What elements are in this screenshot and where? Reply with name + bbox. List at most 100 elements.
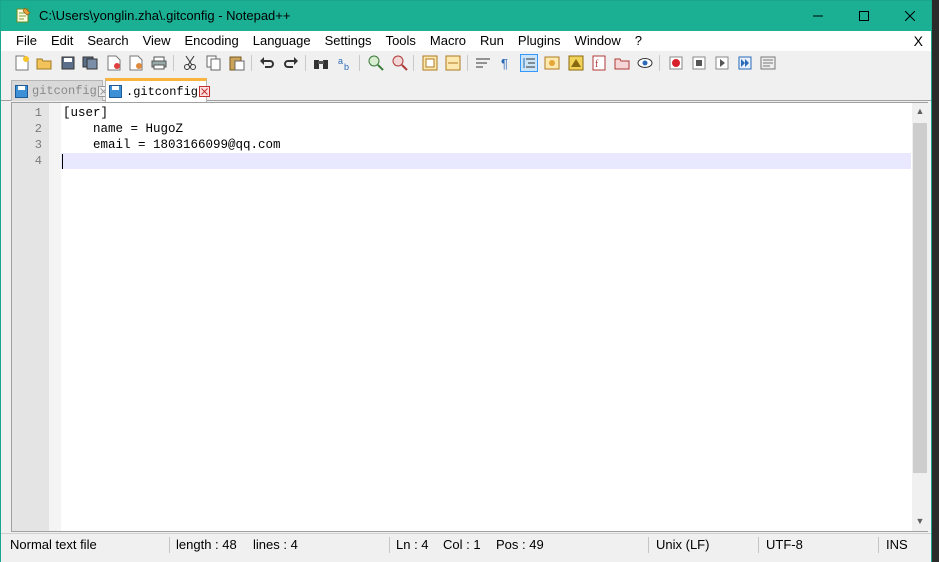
sync-vertical-button[interactable] (421, 54, 439, 72)
paste-icon (229, 56, 245, 71)
tab-dot-gitconfig[interactable]: .gitconfig (105, 78, 211, 102)
stop-icon (692, 56, 706, 70)
status-divider (389, 537, 390, 553)
folder-workspace-button[interactable] (613, 54, 631, 72)
menu-edit[interactable]: Edit (44, 31, 80, 51)
scroll-down-icon[interactable]: ▼ (912, 513, 928, 529)
copy-button[interactable] (205, 54, 223, 72)
menu-search[interactable]: Search (80, 31, 135, 51)
menu-view[interactable]: View (136, 31, 178, 51)
binoculars-icon (314, 60, 328, 69)
menu-run[interactable]: Run (473, 31, 511, 51)
close-button[interactable] (887, 1, 933, 31)
toolbar-separator (305, 55, 306, 71)
saved-file-icon (15, 84, 28, 98)
toolbar-separator (413, 55, 414, 71)
line-number: 3 (34, 138, 42, 152)
menu-help[interactable]: ? (628, 31, 649, 51)
scroll-up-icon[interactable]: ▲ (912, 103, 928, 119)
open-folder-icon (36, 58, 52, 70)
function-list-button[interactable]: f (590, 54, 608, 72)
menu-language[interactable]: Language (246, 31, 318, 51)
menu-bar: File Edit Search View Encoding Language … (1, 31, 931, 51)
window-bottom-edge (1, 555, 931, 562)
play-macro-button[interactable] (713, 54, 731, 72)
status-encoding[interactable]: UTF-8 (766, 534, 803, 556)
svg-text:b: b (344, 62, 349, 71)
menu-encoding[interactable]: Encoding (178, 31, 246, 51)
cut-button[interactable] (181, 54, 199, 72)
code-line[interactable]: name = HugoZ (63, 121, 183, 137)
line-number: 1 (34, 106, 42, 120)
status-insert-mode[interactable]: INS (886, 534, 908, 556)
editor-pane[interactable]: 1 2 3 4 [user] name = HugoZ email = 1803… (11, 102, 928, 532)
menu-tools[interactable]: Tools (379, 31, 423, 51)
tab-label: gitconfig (32, 84, 97, 98)
close-file-button[interactable] (105, 54, 123, 72)
save-macro-icon (760, 56, 776, 70)
monitoring-button[interactable] (636, 54, 654, 72)
menu-settings[interactable]: Settings (318, 31, 379, 51)
play-icon (715, 56, 729, 70)
toolbar: ab ¶ f (1, 51, 931, 76)
status-divider (169, 537, 170, 553)
line-number: 2 (34, 122, 42, 136)
menu-plugins[interactable]: Plugins (511, 31, 568, 51)
close-icon (905, 11, 915, 21)
language-udl-button[interactable] (543, 54, 561, 72)
save-macro-button[interactable] (759, 54, 777, 72)
window-title: C:\Users\yonglin.zha\.gitconfig - Notepa… (39, 8, 291, 23)
close-document-button[interactable]: X (914, 31, 923, 51)
current-line-highlight (61, 153, 911, 169)
undo-button[interactable] (258, 54, 276, 72)
zoom-out-button[interactable] (391, 54, 409, 72)
eye-icon (637, 58, 653, 68)
save-icon (61, 56, 75, 70)
status-eol-format[interactable]: Unix (LF) (656, 534, 709, 556)
save-button[interactable] (59, 54, 77, 72)
run-macro-multiple-button[interactable] (736, 54, 754, 72)
title-bar[interactable]: C:\Users\yonglin.zha\.gitconfig - Notepa… (1, 1, 931, 31)
replace-button[interactable]: ab (336, 54, 354, 72)
status-bar: Normal text file length : 48 lines : 4 L… (1, 533, 931, 555)
show-all-chars-button[interactable]: ¶ (497, 54, 515, 72)
cut-icon (184, 55, 196, 70)
sync-horizontal-icon (445, 55, 461, 71)
print-button[interactable] (150, 54, 168, 72)
sync-horizontal-button[interactable] (444, 54, 462, 72)
replace-icon: ab (338, 56, 349, 71)
code-line[interactable]: [user] (63, 105, 108, 121)
save-all-button[interactable] (81, 54, 99, 72)
word-wrap-button[interactable] (474, 54, 492, 72)
line-number: 4 (34, 154, 42, 168)
tab-close-icon[interactable] (199, 86, 211, 97)
doc-map-button[interactable] (567, 54, 585, 72)
find-button[interactable] (312, 54, 330, 72)
code-line[interactable]: email = 1803166099@qq.com (63, 137, 281, 153)
close-all-button[interactable] (127, 54, 145, 72)
pilcrow-icon: ¶ (501, 56, 508, 70)
redo-button[interactable] (282, 54, 300, 72)
text-area[interactable]: [user] name = HugoZ email = 1803166099@q… (61, 103, 911, 531)
scrollbar-thumb[interactable] (913, 123, 927, 473)
zoom-in-icon (368, 55, 384, 71)
minimize-button[interactable] (795, 1, 841, 31)
svg-text:¶: ¶ (501, 56, 508, 70)
paste-button[interactable] (228, 54, 246, 72)
status-divider (878, 537, 879, 553)
status-file-type: Normal text file (10, 537, 97, 552)
tab-gitconfig[interactable]: gitconfig (11, 80, 109, 101)
vertical-scrollbar[interactable]: ▲ ▼ (912, 103, 928, 531)
menu-file[interactable]: File (1, 31, 44, 51)
menu-window[interactable]: Window (568, 31, 628, 51)
stop-macro-button[interactable] (690, 54, 708, 72)
indent-guide-button[interactable] (520, 54, 538, 72)
new-file-button[interactable] (13, 54, 31, 72)
zoom-in-button[interactable] (367, 54, 385, 72)
zoom-out-icon (392, 55, 408, 71)
record-macro-button[interactable] (667, 54, 685, 72)
fold-margin[interactable] (49, 103, 61, 531)
open-file-button[interactable] (35, 54, 53, 72)
maximize-button[interactable] (841, 1, 887, 31)
menu-macro[interactable]: Macro (423, 31, 473, 51)
